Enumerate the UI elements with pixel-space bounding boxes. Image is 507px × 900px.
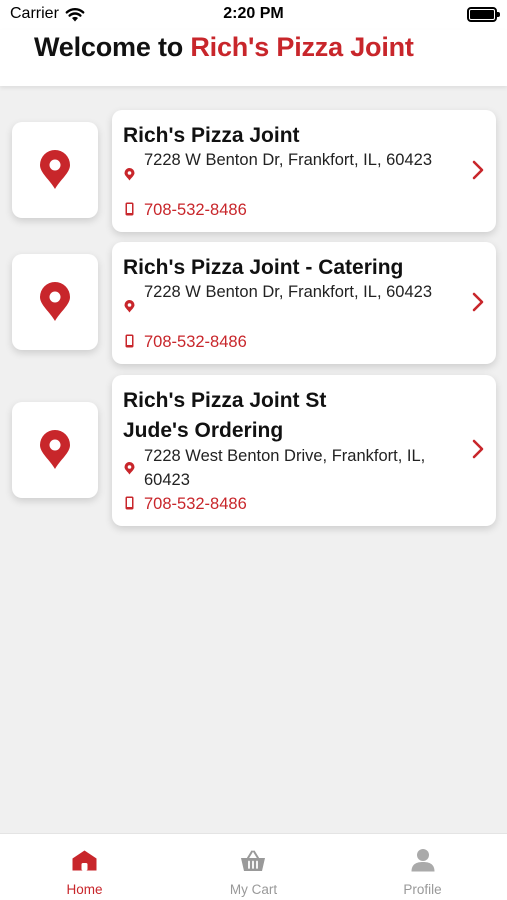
cart-icon — [241, 850, 265, 871]
title-prefix: Welcome to — [34, 32, 191, 62]
header: Welcome to Rich's Pizza Joint — [0, 30, 507, 86]
tab-profile[interactable]: Profile — [338, 834, 507, 900]
map-pin-icon — [40, 430, 70, 469]
location-name: Rich's Pizza Joint St Jude's Ordering — [123, 389, 327, 442]
title-brand: Rich's Pizza Joint — [190, 32, 414, 62]
tab-home[interactable]: Home — [0, 834, 169, 900]
location-pin-tile[interactable] — [12, 402, 98, 498]
phone-icon — [125, 334, 134, 348]
location-row[interactable]: Rich's Pizza Joint 7228 W Benton Dr, Fra… — [0, 110, 507, 232]
location-address: 7228 West Benton Drive, Frankfort, IL, 6… — [144, 447, 426, 489]
location-address: 7228 W Benton Dr, Frankfort, IL, 60423 — [144, 283, 432, 301]
tab-my-cart-label: My Cart — [229, 882, 278, 897]
profile-icon — [411, 849, 435, 872]
phone-icon — [125, 496, 134, 510]
chevron-right-icon[interactable] — [472, 439, 484, 459]
location-phone[interactable]: 708-532-8486 — [144, 198, 247, 222]
address-pin-icon — [124, 168, 135, 181]
map-pin-icon — [40, 282, 70, 321]
status-time: 2:20 PM — [223, 5, 284, 22]
location-phone[interactable]: 708-532-8486 — [144, 492, 247, 516]
chevron-right-icon[interactable] — [472, 292, 484, 312]
location-address: 7228 W Benton Dr, Frankfort, IL, 60423 — [144, 151, 432, 169]
location-row[interactable]: Rich's Pizza Joint St Jude's Ordering 72… — [0, 375, 507, 526]
battery-icon — [467, 7, 500, 22]
location-pin-tile[interactable] — [12, 254, 98, 350]
phone-icon — [125, 202, 134, 216]
location-name: Rich's Pizza Joint — [123, 124, 300, 147]
location-pin-tile[interactable] — [12, 122, 98, 218]
location-card[interactable]: Rich's Pizza Joint St Jude's Ordering 72… — [112, 375, 496, 526]
address-pin-icon — [124, 462, 135, 475]
tab-profile-label: Profile — [403, 882, 442, 897]
home-icon — [72, 850, 97, 871]
location-name: Rich's Pizza Joint - Catering — [123, 256, 404, 279]
tab-my-cart[interactable]: My Cart — [169, 834, 338, 900]
address-pin-icon — [124, 300, 135, 313]
map-pin-icon — [40, 150, 70, 189]
location-row[interactable]: Rich's Pizza Joint - Catering 7228 W Ben… — [0, 242, 507, 364]
tab-bar: Home My Cart Profile — [0, 833, 507, 900]
location-card[interactable]: Rich's Pizza Joint - Catering 7228 W Ben… — [112, 242, 496, 364]
tab-home-label: Home — [66, 882, 103, 897]
location-card[interactable]: Rich's Pizza Joint 7228 W Benton Dr, Fra… — [112, 110, 496, 232]
chevron-right-icon[interactable] — [472, 160, 484, 180]
page-title: Welcome to Rich's Pizza Joint — [34, 32, 414, 63]
location-phone[interactable]: 708-532-8486 — [144, 330, 247, 354]
status-bar: Carrier 2:20 PM — [0, 0, 507, 30]
